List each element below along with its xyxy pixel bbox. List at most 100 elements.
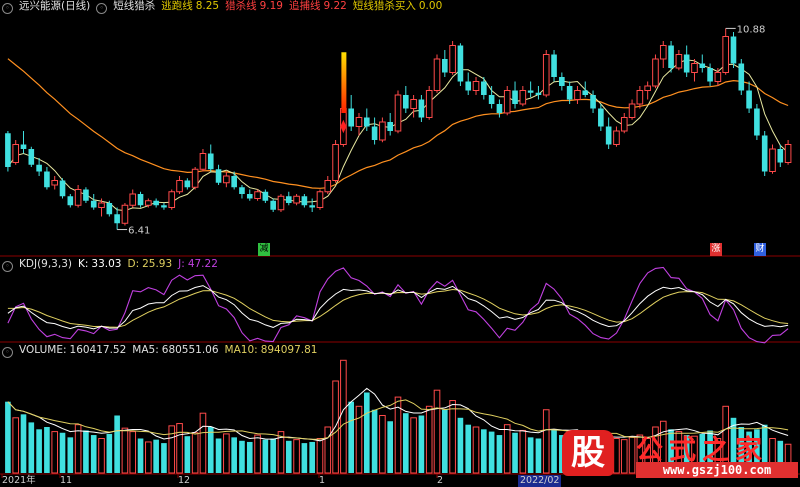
indicator-control-icon[interactable]: ◦ <box>96 3 108 14</box>
volume-bar-down <box>527 437 534 473</box>
candle-body-down <box>590 95 596 109</box>
candle-body-down <box>402 95 409 109</box>
kdj-control-icon[interactable]: ◦ <box>2 261 13 272</box>
candle-body-down <box>106 203 113 215</box>
candle-body-down <box>761 135 768 172</box>
candle-body-down <box>67 196 74 206</box>
candle-body-down <box>777 149 784 163</box>
volume-bar-up <box>121 427 129 474</box>
volume-bar-down <box>262 439 269 473</box>
candle-body-down <box>153 200 159 206</box>
volume-bar-up <box>199 412 207 474</box>
volume-bar-down <box>59 432 66 473</box>
candle-body-down <box>699 63 706 68</box>
candle-body-down <box>262 191 269 201</box>
candle-body-down <box>730 36 737 64</box>
candle-body-down <box>559 77 565 86</box>
volume-bar-down <box>5 401 11 473</box>
d-value: 25.93 <box>142 258 173 270</box>
candle-body-up <box>293 195 300 204</box>
event-badge-finance[interactable]: 财 <box>754 243 766 256</box>
volume-panel-header: ◦ VOLUME: 160417.52 MA5: 680551.06 MA10: 89409… <box>2 344 323 358</box>
candle-body-down <box>137 194 144 206</box>
hunt-line-label: 猎杀线 <box>225 0 257 12</box>
volume-bar-down <box>285 440 292 473</box>
candle-body-down <box>285 196 292 203</box>
x-label-jan: 1 <box>319 475 326 486</box>
event-badge-rise[interactable]: 涨 <box>710 243 722 256</box>
candle-body-down <box>363 117 370 127</box>
candle-body-down <box>598 108 604 127</box>
volume-bar-up <box>503 424 511 474</box>
candle-body-up <box>472 81 480 91</box>
candle-body-down <box>348 108 354 127</box>
chart-window: { "panel1": { "title": "远兴能源(日线)", "indi… <box>0 0 800 487</box>
candle-body-down <box>442 59 448 73</box>
candle-body-up <box>644 85 651 91</box>
candle-body-down <box>215 169 222 183</box>
candle-body-down <box>465 81 472 91</box>
volume-bar-up <box>191 432 199 474</box>
volume-bar-down <box>418 415 425 473</box>
volume-bar-down <box>207 427 214 473</box>
candle-body-up <box>129 193 137 206</box>
volume-bar-up <box>542 409 550 474</box>
candle-body-down <box>161 205 167 208</box>
candle-body-down <box>59 180 66 197</box>
panel-control-icon[interactable]: ◦ <box>2 3 13 14</box>
candle-body-down <box>707 68 713 82</box>
candle-body-up <box>199 153 207 170</box>
volume-bar-up <box>433 389 441 474</box>
candle-body-up <box>519 90 527 105</box>
candle-body-down <box>738 63 745 91</box>
candle-body-down <box>566 86 573 100</box>
volume-bar-up <box>316 438 324 474</box>
volume-bar-down <box>488 431 495 473</box>
escape-line-label: 逃跑线 <box>161 0 193 12</box>
volume-bar-up <box>340 359 347 474</box>
logo-url: www.gszj100.com <box>636 462 798 478</box>
candle-body-down <box>488 95 495 104</box>
event-badge-reduce[interactable]: 减 <box>258 243 270 256</box>
volume-bar-up <box>410 417 417 474</box>
candle-body-down <box>231 176 237 188</box>
volume-bar-down <box>348 401 354 473</box>
kdj-panel-header: ◦ KDJ(9,3,3) K: 33.03 D: 25.93 J: 47.22 <box>2 258 224 272</box>
candle-body-up <box>620 117 628 132</box>
volume-title: VOLUME: <box>19 344 67 356</box>
candle-body-down <box>496 104 503 113</box>
ma5-value: 680551.06 <box>161 344 219 356</box>
candle-body-up <box>121 204 129 224</box>
kdj-j-line <box>7 266 789 344</box>
volume-bar-up <box>176 423 183 474</box>
candle-body-up <box>433 58 441 91</box>
candle-body-down <box>668 45 674 68</box>
candle-body-down <box>309 205 315 208</box>
candle-body-up <box>176 180 183 193</box>
candle-body-up <box>12 144 20 163</box>
volume-bar-up <box>51 431 59 474</box>
candle-body-down <box>44 171 50 188</box>
x-label-nov: 11 <box>60 475 73 486</box>
candle-body-up <box>542 54 550 96</box>
candle-body-up <box>223 175 230 184</box>
candle-body-down <box>535 92 542 95</box>
candle-body-down <box>239 187 245 194</box>
candle-body-up <box>425 90 433 118</box>
volume-bar-down <box>83 430 89 473</box>
candle-body-up <box>714 72 722 82</box>
volume-bar-down <box>496 435 503 473</box>
volume-bar-down <box>387 421 394 473</box>
j-value: 47.22 <box>187 258 218 270</box>
candle-body-up <box>74 189 82 206</box>
volume-bar-down <box>90 435 97 473</box>
candle-body-up <box>449 45 456 73</box>
x-label-2021: 2021年 <box>2 475 36 486</box>
candle-body-up <box>316 191 324 208</box>
candle-body-up <box>145 200 152 206</box>
volume-bar-down <box>442 409 448 473</box>
ma10-value: 894097.81 <box>260 344 318 356</box>
candle-body-down <box>582 90 589 95</box>
candle-body-down <box>683 54 690 73</box>
volume-control-icon[interactable]: ◦ <box>2 347 13 358</box>
